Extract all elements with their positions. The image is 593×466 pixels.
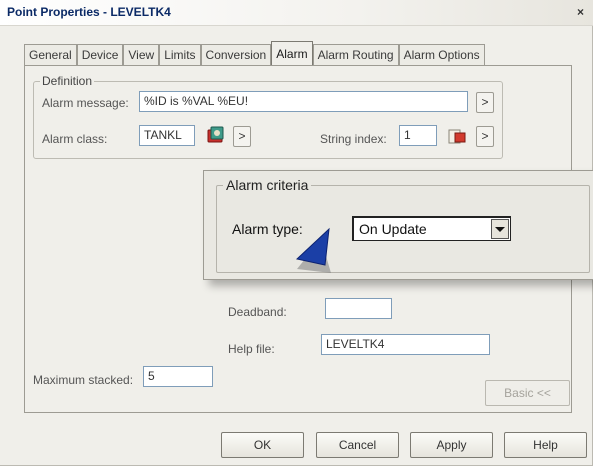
tab-alarm-routing[interactable]: Alarm Routing [312, 44, 399, 65]
definition-legend: Definition [40, 74, 95, 88]
ok-button[interactable]: OK [221, 432, 304, 458]
point-properties-dialog: Point Properties - LEVELTK4 × General De… [0, 0, 593, 466]
tab-limits[interactable]: Limits [159, 44, 201, 65]
alarm-criteria-legend: Alarm criteria [223, 177, 312, 193]
alarm-criteria-group: Alarm criteria Alarm type: On Update [216, 177, 590, 273]
string-index-label: String index: [320, 132, 387, 146]
cancel-button[interactable]: Cancel [316, 432, 399, 458]
string-index-field[interactable]: 1 [399, 125, 437, 146]
tab-device[interactable]: Device [76, 44, 124, 65]
string-index-icon[interactable] [447, 126, 467, 146]
tab-view[interactable]: View [123, 44, 160, 65]
basic-button[interactable]: Basic << [485, 380, 570, 406]
alarm-type-select[interactable]: On Update [352, 216, 511, 241]
alarm-message-label: Alarm message: [42, 96, 129, 110]
alarm-criteria-callout: Alarm criteria Alarm type: On Update [203, 170, 593, 280]
alarm-message-field[interactable]: %ID is %VAL %EU! [139, 91, 468, 112]
help-file-label: Help file: [228, 342, 275, 356]
window-title: Point Properties - LEVELTK4 [7, 5, 171, 19]
tab-conversion[interactable]: Conversion [200, 44, 272, 65]
mouse-pointer-icon [291, 225, 333, 276]
deadband-label: Deadband: [228, 305, 287, 319]
tab-general[interactable]: General [24, 44, 77, 65]
apply-button[interactable]: Apply [410, 432, 493, 458]
alarm-class-field[interactable]: TANKL [139, 125, 195, 146]
maximum-stacked-field[interactable]: 5 [143, 366, 213, 387]
maximum-stacked-label: Maximum stacked: [33, 373, 134, 387]
alarm-class-browse-button[interactable]: > [233, 126, 251, 147]
alarm-class-icon[interactable] [206, 125, 226, 145]
help-file-field[interactable]: LEVELTK4 [321, 334, 490, 355]
tab-strip: General Device View Limits Conversion Al… [24, 41, 485, 66]
deadband-field[interactable] [325, 298, 392, 319]
string-index-browse-button[interactable]: > [476, 126, 494, 147]
close-icon[interactable]: × [574, 6, 587, 19]
help-button[interactable]: Help [504, 432, 587, 458]
alarm-class-label: Alarm class: [42, 132, 108, 146]
chevron-down-icon[interactable] [491, 219, 509, 239]
title-bar: Point Properties - LEVELTK4 × [0, 0, 593, 26]
alarm-type-value: On Update [359, 221, 427, 237]
tab-alarm-options[interactable]: Alarm Options [398, 44, 485, 65]
alarm-message-browse-button[interactable]: > [476, 92, 494, 113]
tab-alarm[interactable]: Alarm [271, 41, 313, 65]
